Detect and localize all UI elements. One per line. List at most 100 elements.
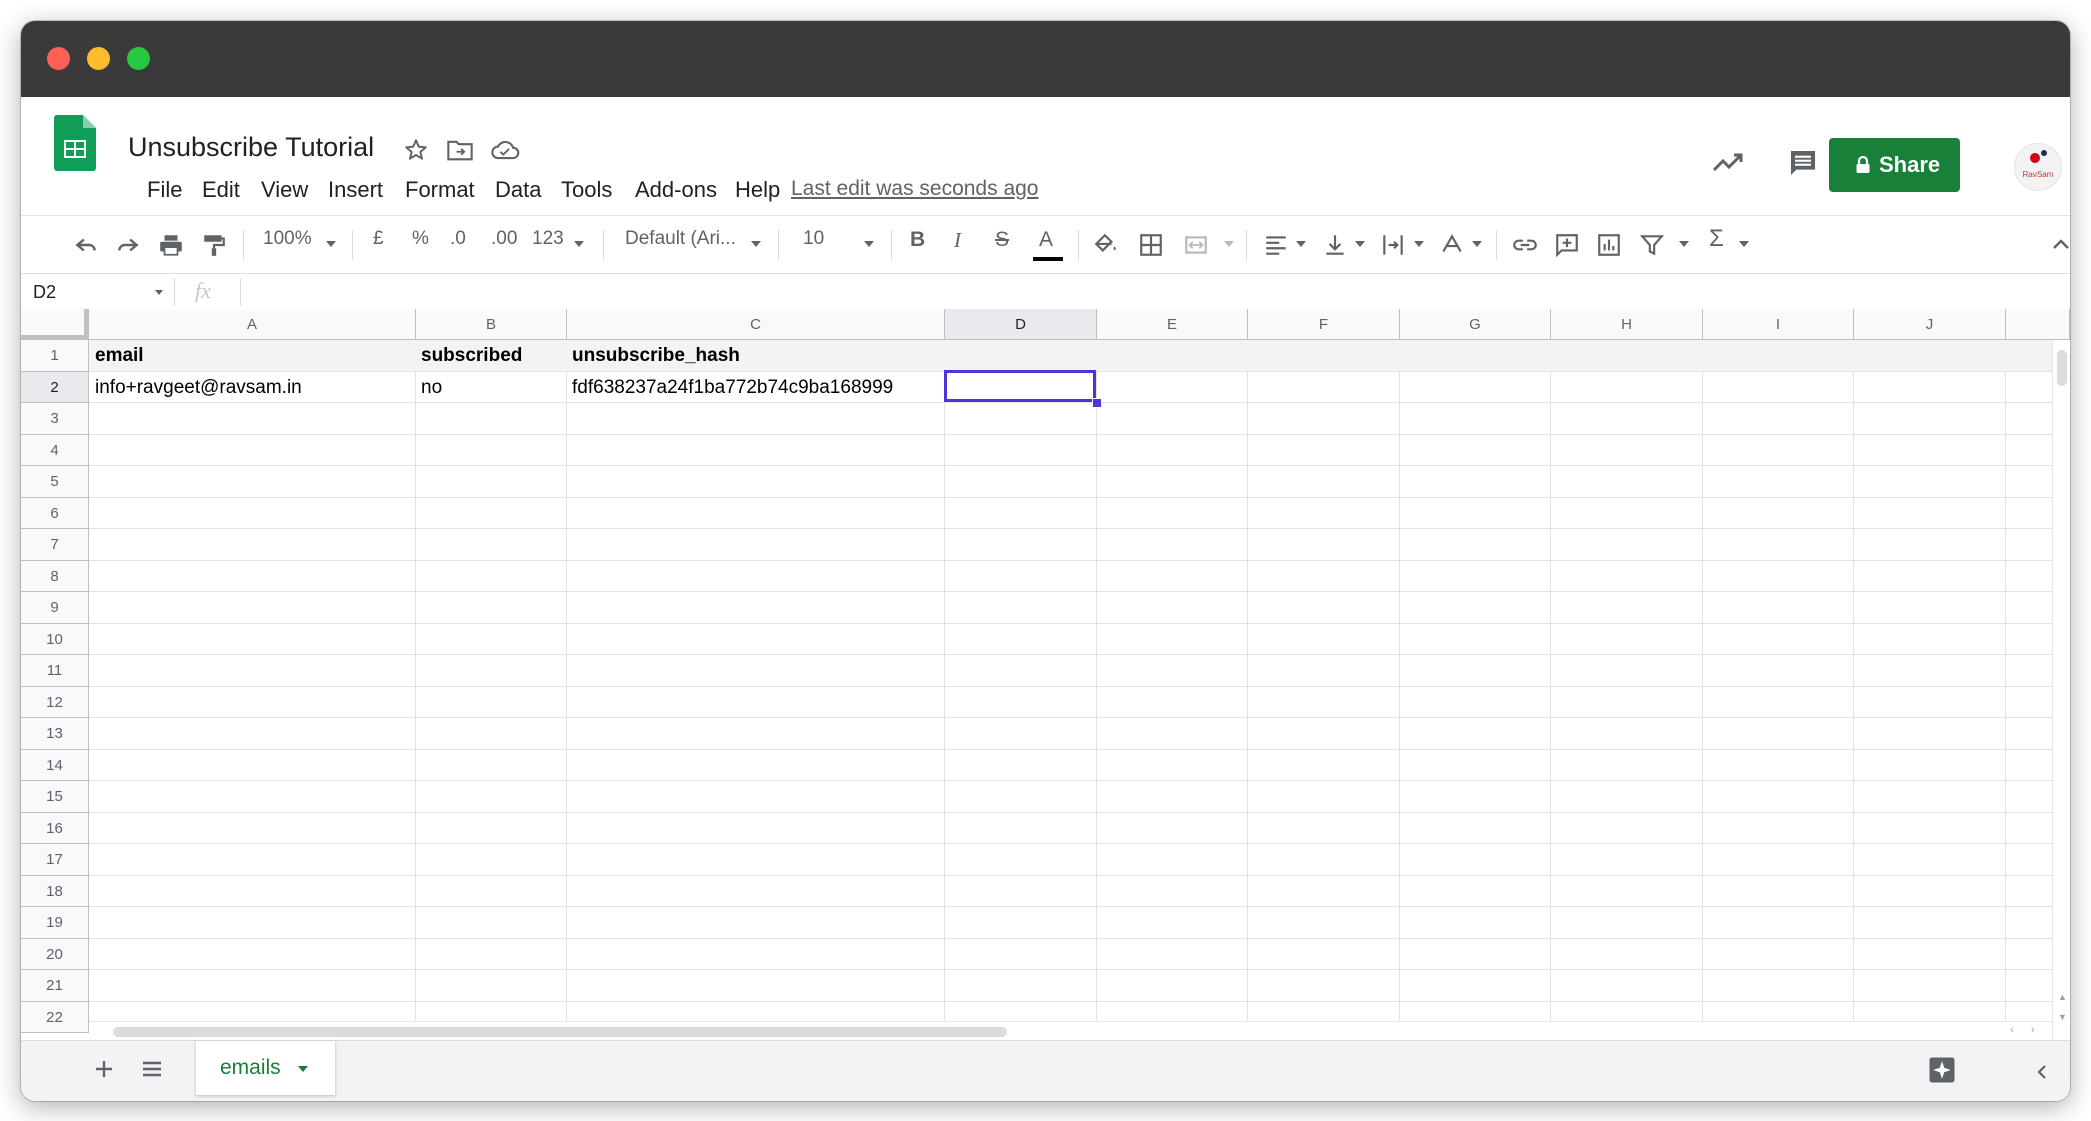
row-header-7[interactable]: 7 [21,529,89,561]
menu-data[interactable]: Data [495,177,541,203]
all-sheets-icon[interactable] [140,1059,164,1079]
row-header-15[interactable]: 15 [21,781,89,813]
row-header-6[interactable]: 6 [21,497,89,529]
menu-tools[interactable]: Tools [561,177,612,203]
font-size-caret-icon[interactable] [864,241,874,247]
selected-cell-d2[interactable] [944,370,1096,402]
menu-format[interactable]: Format [405,177,475,203]
more-formats-button[interactable]: 123 [532,228,564,250]
column-header-i[interactable]: I [1703,309,1854,340]
insert-chart-icon[interactable] [1596,232,1622,258]
increase-decimal-button[interactable]: .00 [491,228,517,250]
move-to-folder-icon[interactable] [446,137,474,163]
text-wrapping-icon[interactable] [1380,232,1406,258]
row-header-16[interactable]: 16 [21,812,89,844]
column-header-d[interactable]: D [945,309,1097,340]
last-edit-link[interactable]: Last edit was seconds ago [791,177,1039,201]
row-header-2[interactable]: 2 [21,371,89,403]
menu-help[interactable]: Help [735,177,780,203]
text-color-button[interactable]: A [1039,228,1053,252]
undo-icon[interactable] [73,232,99,258]
scroll-left-icon[interactable]: ‹ [2010,1024,2014,1036]
row-header-11[interactable]: 11 [21,655,89,687]
merge-caret-icon[interactable] [1224,241,1234,247]
zoom-window-button[interactable] [127,47,150,70]
decrease-decimal-button[interactable]: .0 [450,228,466,250]
strikethrough-button[interactable]: S [995,228,1009,252]
zoom-caret-icon[interactable] [326,241,336,247]
share-button[interactable]: Share [1829,138,1960,192]
name-box-caret-icon[interactable] [155,290,163,295]
row-header-10[interactable]: 10 [21,623,89,655]
row-header-8[interactable]: 8 [21,560,89,592]
column-header-f[interactable]: F [1248,309,1400,340]
fill-handle[interactable] [1092,398,1102,408]
font-family-select[interactable]: Default (Ari... [625,228,736,250]
horizontal-scrollbar-track[interactable]: ‹ › [89,1021,2052,1040]
column-header-b[interactable]: B [416,309,567,340]
collapse-menus-icon[interactable] [2051,236,2070,252]
more-formats-caret-icon[interactable] [574,241,584,247]
format-currency-button[interactable]: £ [373,228,384,250]
row-header-19[interactable]: 19 [21,907,89,939]
vertical-align-icon[interactable] [1322,232,1348,258]
functions-button[interactable]: Σ [1709,225,1724,253]
cell-b2[interactable]: no [421,377,442,399]
column-header-e[interactable]: E [1097,309,1248,340]
row-header-4[interactable]: 4 [21,434,89,466]
menu-add-ons[interactable]: Add-ons [635,177,717,203]
text-rotation-caret-icon[interactable] [1472,241,1482,247]
add-sheet-icon[interactable] [93,1058,115,1080]
row-header-9[interactable]: 9 [21,592,89,624]
vertical-scrollbar-track[interactable]: ▲ ▼ [2052,340,2070,1040]
row-header-14[interactable]: 14 [21,749,89,781]
column-header-h[interactable]: H [1551,309,1703,340]
horizontal-scrollbar-thumb[interactable] [113,1027,1007,1037]
borders-icon[interactable] [1138,232,1164,258]
zoom-select[interactable]: 100% [263,228,312,250]
explore-icon[interactable] [1927,1055,1957,1085]
scroll-up-icon[interactable]: ▲ [2058,992,2067,1002]
filter-caret-icon[interactable] [1679,241,1689,247]
row-header-20[interactable]: 20 [21,938,89,970]
filter-icon[interactable] [1639,232,1665,258]
close-window-button[interactable] [47,47,70,70]
cell-c1[interactable]: unsubscribe_hash [572,345,740,367]
cell-b1[interactable]: subscribed [421,345,522,367]
cloud-status-icon[interactable] [490,137,520,163]
column-header-j[interactable]: J [1854,309,2006,340]
star-icon[interactable] [403,137,429,163]
row-header-18[interactable]: 18 [21,875,89,907]
paint-format-icon[interactable] [201,232,227,258]
menu-view[interactable]: View [261,177,308,203]
side-panel-toggle-icon[interactable] [2035,1063,2049,1081]
menu-edit[interactable]: Edit [202,177,240,203]
row-header-5[interactable]: 5 [21,466,89,498]
account-avatar[interactable]: RavSam [2014,143,2062,191]
row-header-12[interactable]: 12 [21,686,89,718]
functions-caret-icon[interactable] [1739,241,1749,247]
vertical-align-caret-icon[interactable] [1355,241,1365,247]
column-header-a[interactable]: A [89,309,416,340]
text-wrapping-caret-icon[interactable] [1414,241,1424,247]
horizontal-align-icon[interactable] [1263,232,1289,258]
scroll-down-icon[interactable]: ▼ [2058,1012,2067,1022]
horizontal-align-caret-icon[interactable] [1296,241,1306,247]
sheets-logo-icon[interactable] [54,115,96,171]
activity-dashboard-icon[interactable] [1712,150,1744,174]
cell-a1[interactable]: email [95,345,144,367]
sheet-tab-caret-icon[interactable] [298,1066,308,1072]
row-header-17[interactable]: 17 [21,844,89,876]
scroll-right-icon[interactable]: › [2031,1024,2035,1036]
cell-a2[interactable]: info+ravgeet@ravsam.in [95,377,302,399]
cell-c2[interactable]: fdf638237a24f1ba772b74c9ba168999 [572,377,893,399]
merge-cells-icon[interactable] [1183,232,1209,258]
redo-icon[interactable] [115,232,141,258]
print-icon[interactable] [158,232,184,258]
column-header-g[interactable]: G [1400,309,1551,340]
insert-comment-icon[interactable] [1554,232,1580,258]
menu-insert[interactable]: Insert [328,177,383,203]
row-header-21[interactable]: 21 [21,970,89,1002]
document-title[interactable]: Unsubscribe Tutorial [128,132,374,163]
select-all-corner[interactable] [21,309,89,340]
